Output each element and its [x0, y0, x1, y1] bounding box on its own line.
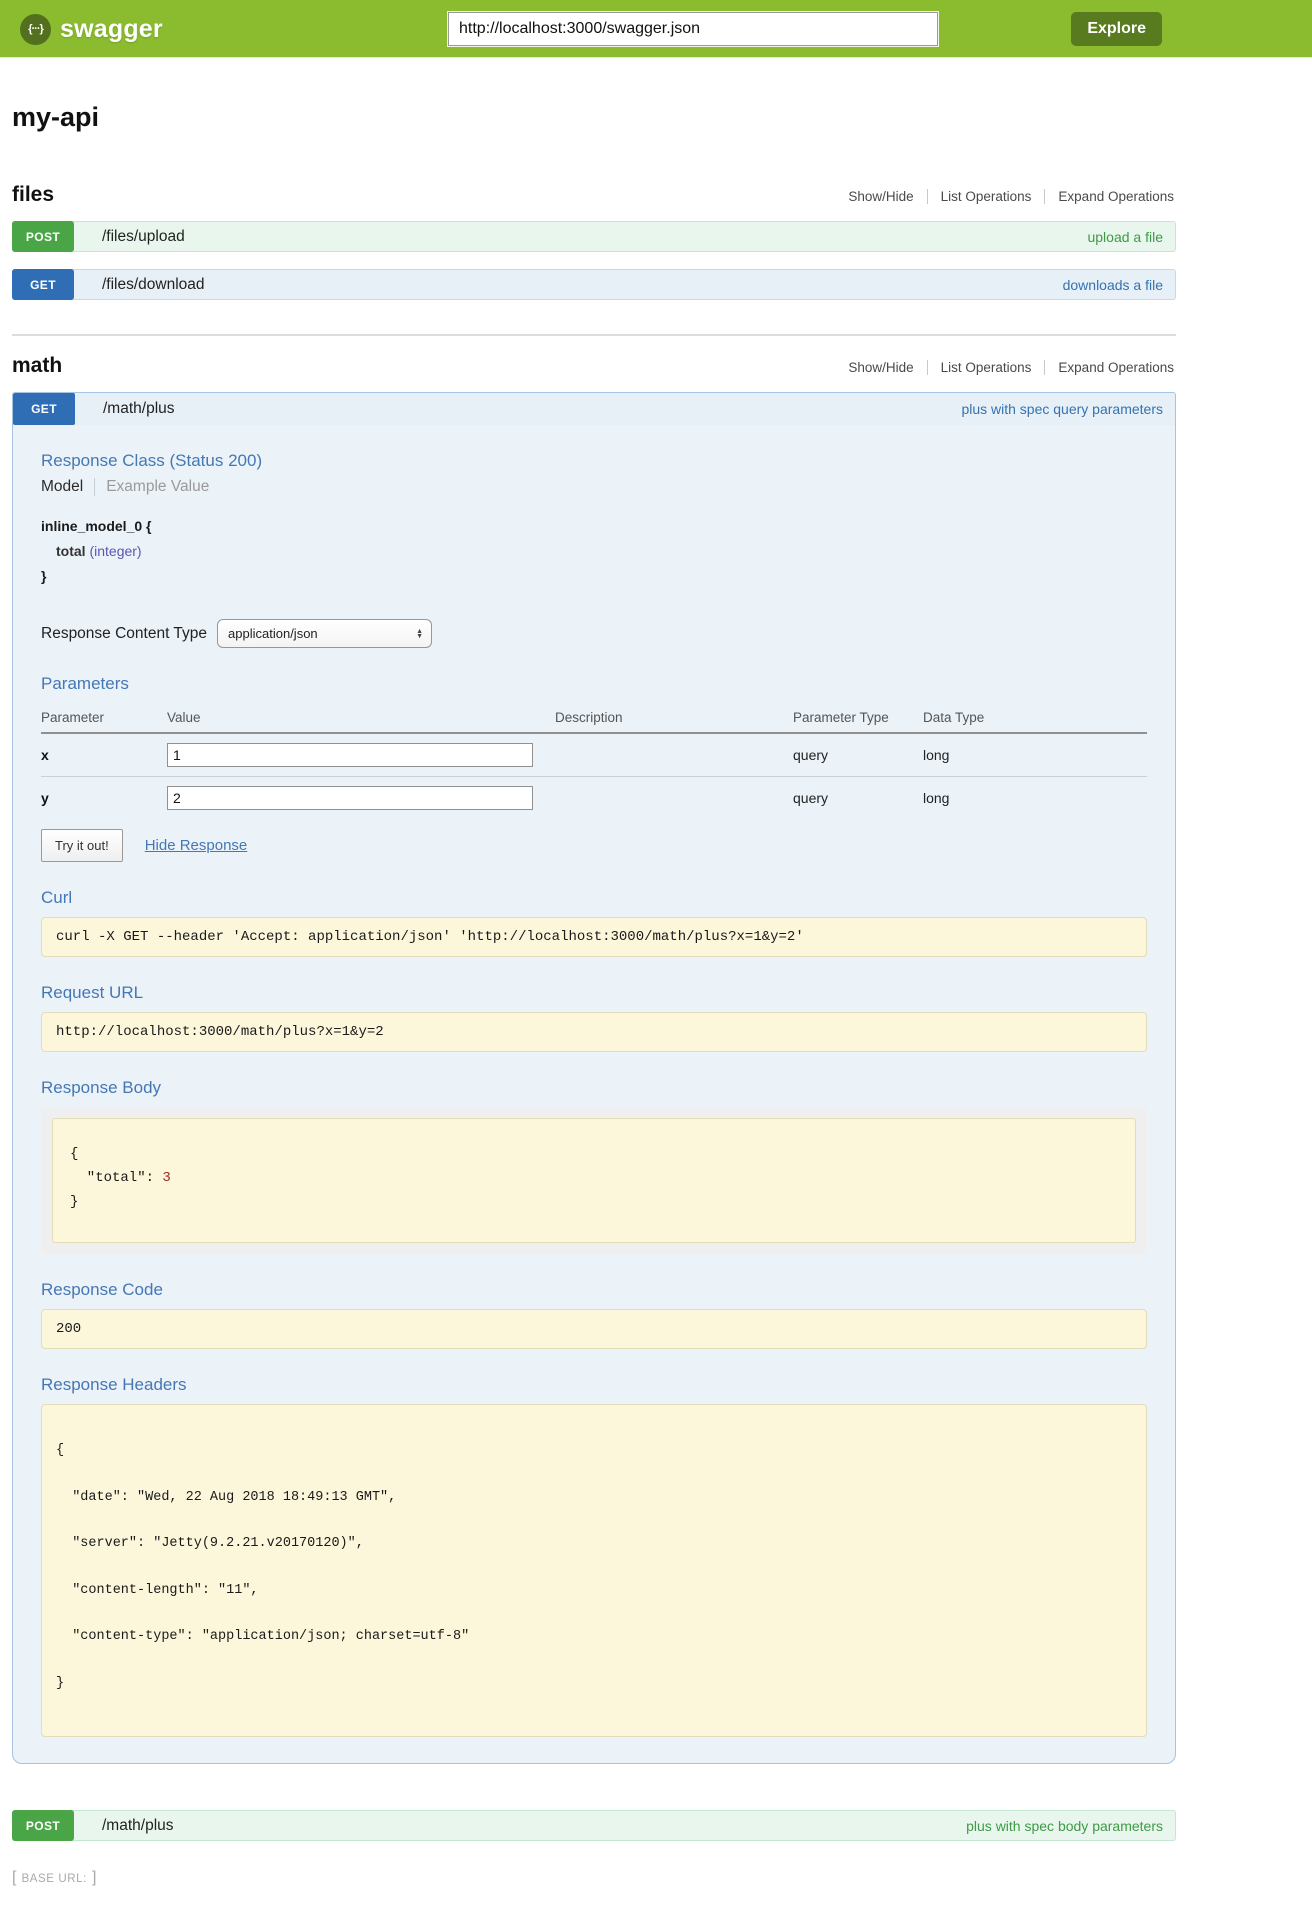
response-content-type-value: application/json	[228, 626, 416, 641]
col-header-value: Value	[167, 704, 555, 733]
operation-path[interactable]: /files/upload	[102, 228, 185, 246]
parameters-heading: Parameters	[41, 674, 1147, 694]
swagger-logo-text: swagger	[60, 15, 163, 44]
parameter-type: query	[793, 777, 923, 820]
section-controls-math: Show/Hide List Operations Expand Operati…	[835, 360, 1176, 378]
request-url-heading: Request URL	[41, 983, 1147, 1003]
expand-operations-link[interactable]: Expand Operations	[1044, 189, 1176, 204]
tab-example-value[interactable]: Example Value	[106, 478, 209, 496]
list-operations-link[interactable]: List Operations	[927, 189, 1045, 204]
col-header-parameter-type: Parameter Type	[793, 704, 923, 733]
response-code-box: 200	[41, 1309, 1147, 1349]
top-header-bar: {···} swagger Explore	[0, 0, 1312, 58]
tab-separator	[94, 478, 95, 496]
curl-command-box: curl -X GET --header 'Accept: applicatio…	[41, 917, 1147, 957]
method-badge-post[interactable]: POST	[12, 1810, 74, 1841]
swagger-logo-icon: {···}	[20, 14, 51, 45]
method-badge-get[interactable]: GET	[13, 393, 75, 425]
operation-summary[interactable]: downloads a file	[1063, 277, 1163, 293]
headers-line: "date": "Wed, 22 Aug 2018 18:49:13 GMT",	[56, 1490, 1132, 1506]
show-hide-link[interactable]: Show/Hide	[835, 360, 926, 375]
api-title: my-api	[12, 102, 1176, 133]
parameters-header-row: Parameter Value Description Parameter Ty…	[41, 704, 1147, 733]
parameters-table: Parameter Value Description Parameter Ty…	[41, 704, 1147, 819]
response-class-heading: Response Class (Status 200)	[41, 451, 1147, 471]
json-close-brace: }	[70, 1190, 1118, 1214]
base-url-close-bracket: ]	[92, 1869, 96, 1887]
operation-path[interactable]: /math/plus	[102, 1817, 174, 1835]
operation-row-post-math-plus: POST /math/plus plus with spec body para…	[12, 1810, 1176, 1841]
list-operations-link[interactable]: List Operations	[927, 360, 1045, 375]
response-content-type-label: Response Content Type	[41, 625, 207, 643]
section-divider	[12, 334, 1176, 336]
spec-url-input[interactable]	[448, 12, 938, 46]
col-header-data-type: Data Type	[923, 704, 1147, 733]
parameter-data-type: long	[923, 777, 1147, 820]
parameter-row-y: y query long	[41, 777, 1147, 820]
explore-button[interactable]: Explore	[1071, 12, 1162, 46]
operation-path[interactable]: /math/plus	[103, 400, 175, 418]
json-number-value: 3	[162, 1170, 170, 1186]
tab-model[interactable]: Model	[41, 478, 83, 496]
response-content-type-select[interactable]: application/json ▲▼	[217, 619, 432, 648]
col-header-parameter: Parameter	[41, 704, 167, 733]
parameter-row-x: x query long	[41, 733, 1147, 777]
request-url-box: http://localhost:3000/math/plus?x=1&y=2	[41, 1012, 1147, 1052]
operation-summary[interactable]: upload a file	[1087, 229, 1163, 245]
operation-summary[interactable]: plus with spec query parameters	[961, 401, 1163, 417]
parameter-x-input[interactable]	[167, 743, 533, 767]
response-headers-box: { "date": "Wed, 22 Aug 2018 18:49:13 GMT…	[41, 1404, 1147, 1737]
response-body-box: { "total": 3}	[52, 1118, 1136, 1243]
model-close-brace: }	[41, 564, 1147, 589]
parameter-name: x	[41, 733, 167, 777]
response-body-wrapper: { "total": 3}	[41, 1107, 1147, 1254]
headers-line: }	[56, 1676, 1132, 1692]
model-property-name: total	[56, 543, 86, 559]
response-code-heading: Response Code	[41, 1280, 1147, 1300]
col-header-description: Description	[555, 704, 793, 733]
headers-line: "content-length": "11",	[56, 1583, 1132, 1599]
section-title-files[interactable]: files	[12, 183, 54, 207]
expand-operations-link[interactable]: Expand Operations	[1044, 360, 1176, 375]
select-arrows-icon: ▲▼	[416, 629, 423, 639]
headers-line: "server": "Jetty(9.2.21.v20170120)",	[56, 1536, 1132, 1552]
parameter-y-input[interactable]	[167, 786, 533, 810]
operation-row-post-files-upload: POST /files/upload upload a file	[12, 221, 1176, 252]
parameter-description	[555, 733, 793, 777]
model-property: total (integer)	[41, 539, 1147, 564]
model-name: inline_model_0 {	[41, 514, 1147, 539]
base-url-label: BASE URL:	[16, 1873, 91, 1885]
parameter-description	[555, 777, 793, 820]
json-key: "total":	[70, 1170, 162, 1186]
model-tabs: Model Example Value	[41, 478, 1147, 496]
operation-path[interactable]: /files/download	[102, 276, 205, 294]
operation-summary[interactable]: plus with spec body parameters	[966, 1818, 1163, 1834]
base-url-footer: [ BASE URL: ]	[12, 1869, 1176, 1887]
parameter-name: y	[41, 777, 167, 820]
operation-row-get-files-download: GET /files/download downloads a file	[12, 269, 1176, 300]
section-title-math[interactable]: math	[12, 354, 62, 378]
headers-line: "content-type": "application/json; chars…	[56, 1629, 1132, 1645]
swagger-logo[interactable]: {···} swagger	[20, 0, 163, 58]
curl-heading: Curl	[41, 888, 1147, 908]
method-badge-get[interactable]: GET	[12, 269, 74, 300]
operation-row-get-math-plus: GET /math/plus plus with spec query para…	[13, 393, 1175, 425]
json-open-brace: {	[70, 1142, 1118, 1166]
section-controls-files: Show/Hide List Operations Expand Operati…	[835, 189, 1176, 207]
method-badge-post[interactable]: POST	[12, 221, 74, 252]
model-signature: inline_model_0 { total (integer) }	[41, 514, 1147, 589]
try-it-out-button[interactable]: Try it out!	[41, 829, 123, 862]
hide-response-link[interactable]: Hide Response	[145, 837, 248, 854]
show-hide-link[interactable]: Show/Hide	[835, 189, 926, 204]
json-total-line: "total": 3	[70, 1166, 1118, 1190]
headers-line: {	[56, 1443, 1132, 1459]
response-headers-heading: Response Headers	[41, 1375, 1147, 1395]
response-body-heading: Response Body	[41, 1078, 1147, 1098]
model-property-type: (integer)	[89, 543, 141, 559]
parameter-data-type: long	[923, 733, 1147, 777]
operation-panel-get-math-plus: GET /math/plus plus with spec query para…	[12, 392, 1176, 1764]
parameter-type: query	[793, 733, 923, 777]
